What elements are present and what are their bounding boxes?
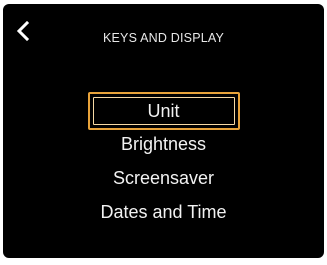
menu-item-label: Screensaver: [112, 167, 215, 188]
menu-item-brightness[interactable]: Brightness: [88, 127, 240, 161]
settings-menu: Unit Brightness Screensaver Dates and Ti…: [3, 92, 324, 229]
menu-item-label: Brightness: [120, 133, 207, 154]
menu-item-unit[interactable]: Unit: [87, 92, 240, 130]
menu-item-label: Dates and Time: [100, 201, 227, 222]
settings-panel: KEYS AND DISPLAY Unit Brightness Screens…: [3, 4, 324, 258]
device-screen: KEYS AND DISPLAY Unit Brightness Screens…: [0, 0, 327, 265]
menu-item-dates-and-time[interactable]: Dates and Time: [88, 195, 240, 229]
page-title: KEYS AND DISPLAY: [102, 31, 225, 45]
menu-item-label: Unit: [147, 100, 180, 121]
menu-item-screensaver[interactable]: Screensaver: [88, 161, 240, 195]
